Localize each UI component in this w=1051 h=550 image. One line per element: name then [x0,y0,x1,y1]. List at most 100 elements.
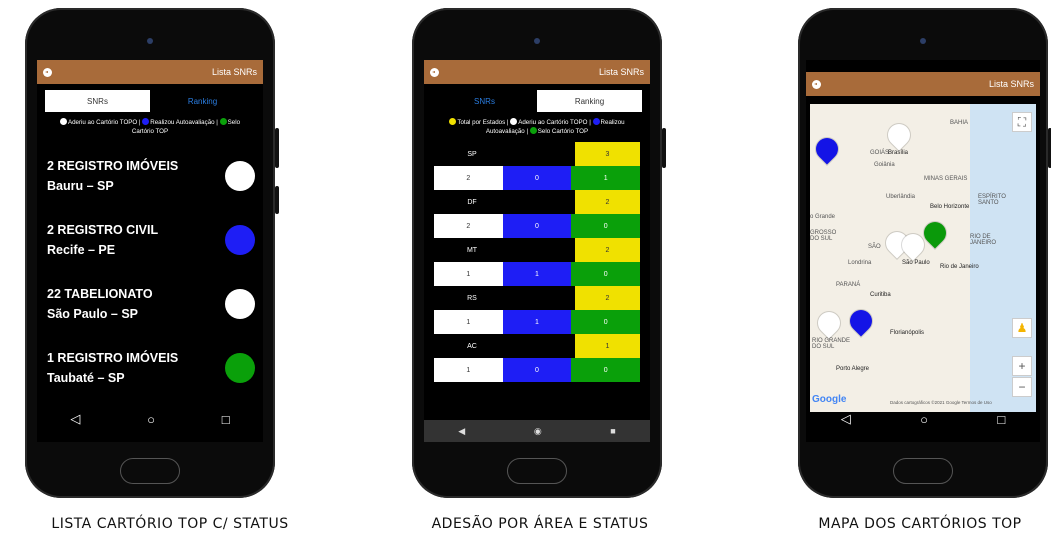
ranking-table: SP 3 201 DF 2 200 MT 2 110 RS 2 110 AC 1 100 [424,142,650,382]
street-view-icon[interactable]: ♟ [1012,318,1032,338]
state-values: 200 [434,214,641,238]
tab-ranking[interactable]: Ranking [150,90,255,112]
item-title: 22 TABELIONATO [47,287,153,301]
blue-dot-icon [142,118,150,125]
back-icon[interactable] [430,67,439,77]
recents-nav-icon[interactable]: ■ [610,426,615,436]
back-icon[interactable] [43,67,52,77]
tab-bar: SNRs Ranking [432,90,642,112]
phone-map: Lista SNRs BAHIA GOIÁS Brasília Goiânia … [798,8,1051,498]
home-button[interactable] [507,458,567,484]
seal-cell: 0 [571,214,641,238]
item-location: Recife – PE [47,243,116,257]
map-view[interactable]: BAHIA GOIÁS Brasília Goiânia MINAS GERAI… [810,104,1036,412]
state-values: 100 [434,358,641,382]
legend-adherence: Aderiu ao Cartório TOPO | [518,119,591,126]
item-title: 1 REGISTRO IMÓVEIS [47,351,179,365]
seal-cell: 0 [571,358,641,382]
item-title: 2 REGISTRO IMÓVEIS [47,159,179,173]
list-item[interactable]: 2 REGISTRO CIVIL Recife – PE [37,208,263,272]
home-button[interactable] [893,458,953,484]
map-label: RIO GRANDE DO SUL [812,338,851,350]
tab-snrs[interactable]: SNRs [432,90,537,112]
state-label: RS [467,294,477,302]
state-label: MT [466,246,478,254]
map-label: GOIÁS [870,150,890,156]
back-nav-icon[interactable]: ◁ [70,411,80,427]
recents-nav-icon[interactable]: □ [997,412,1005,427]
map-label: São Paulo [902,260,930,266]
back-nav-icon[interactable]: ◀ [458,426,465,437]
recents-nav-icon[interactable]: □ [222,412,230,427]
total-cell: 2 [575,286,640,310]
phone-list: Lista SNRs SNRs Ranking Aderiu ao Cartór… [25,8,279,498]
status-circle [225,353,255,383]
seal-cell: 0 [571,310,641,334]
list-item[interactable]: 22 TABELIONATO São Paulo – SP [37,272,263,336]
app-header: Lista SNRs [806,72,1040,96]
item-title: 2 REGISTRO CIVIL [47,223,159,237]
adherence-cell: 1 [434,310,503,334]
phone-ranking: Lista SNRs SNRs Ranking Total por Estado… [412,8,666,498]
map-label: Florianópolis [890,330,925,336]
map-label: SÃO [868,244,881,250]
tab-bar: SNRs Ranking [45,90,255,112]
legend-self-eval: Realizou Autoavaliação | [150,119,218,126]
nav-bar: ◁ ○ □ [806,396,1040,442]
list-item[interactable]: 2 REGISTRO IMÓVEIS Bauru – SP [37,144,263,208]
home-button[interactable] [120,458,180,484]
map-label: Curitiba [870,292,891,298]
side-button [275,128,279,168]
tab-snrs[interactable]: SNRs [45,90,150,112]
side-button [662,128,666,168]
fullscreen-icon[interactable]: ⛶ [1012,112,1032,132]
map-label: o Grande [810,214,836,220]
map-label: Londrina [848,260,872,266]
app-header-title: Lista SNRs [598,67,644,77]
map-label: Brasília [888,150,909,156]
app-screen: Lista SNRs SNRs Ranking Total por Estado… [424,60,650,442]
status-circle [225,289,255,319]
status-legend: Total por Estados | Aderiu ao Cartório T… [424,112,650,142]
registry-list: 2 REGISTRO IMÓVEIS Bauru – SP 2 REGISTRO … [37,144,263,400]
back-icon[interactable] [812,79,821,89]
legend-seal-cont: Cartório TOP [131,128,169,135]
state-label: AC [467,342,477,350]
self-eval-cell: 1 [502,310,572,334]
adherence-cell: 1 [434,358,503,382]
state-row: RS 2 [434,286,640,310]
legend-seal: Selo [227,119,241,126]
state-row: AC 1 [434,334,640,358]
zoom-out-button[interactable]: − [1012,377,1032,397]
seal-cell: 0 [571,262,641,286]
tab-ranking[interactable]: Ranking [537,90,642,112]
home-nav-icon[interactable]: ○ [920,412,928,427]
list-item[interactable]: 1 REGISTRO IMÓVEIS Taubaté – SP [37,336,263,400]
map-label: MINAS GERAIS [924,176,968,182]
yellow-dot-icon [449,118,457,125]
total-cell: 1 [575,334,640,358]
state-row: DF 2 [434,190,640,214]
back-nav-icon[interactable]: ◁ [841,411,851,427]
adherence-cell: 2 [434,214,503,238]
front-camera [534,38,540,44]
app-header: Lista SNRs [424,60,650,84]
map-label: Porto Alegre [836,366,870,372]
state-row: MT 2 [434,238,640,262]
map-label: ESPÍRITO SANTO [978,194,1006,206]
home-nav-icon[interactable]: ○ [147,412,155,427]
item-location: Bauru – SP [47,179,114,193]
self-eval-cell: 0 [502,214,572,238]
nav-bar: ◀ ◉ ■ [424,420,650,442]
zoom-in-button[interactable]: + [1012,356,1032,376]
legend-self-eval: Realizou [600,119,625,126]
status-legend: Aderiu ao Cartório TOPO | Realizou Autoa… [37,112,263,142]
map-label: Uberlândia [886,194,916,200]
home-nav-icon[interactable]: ◉ [534,426,542,437]
total-cell: 3 [575,142,640,166]
blue-dot-icon [592,118,600,125]
